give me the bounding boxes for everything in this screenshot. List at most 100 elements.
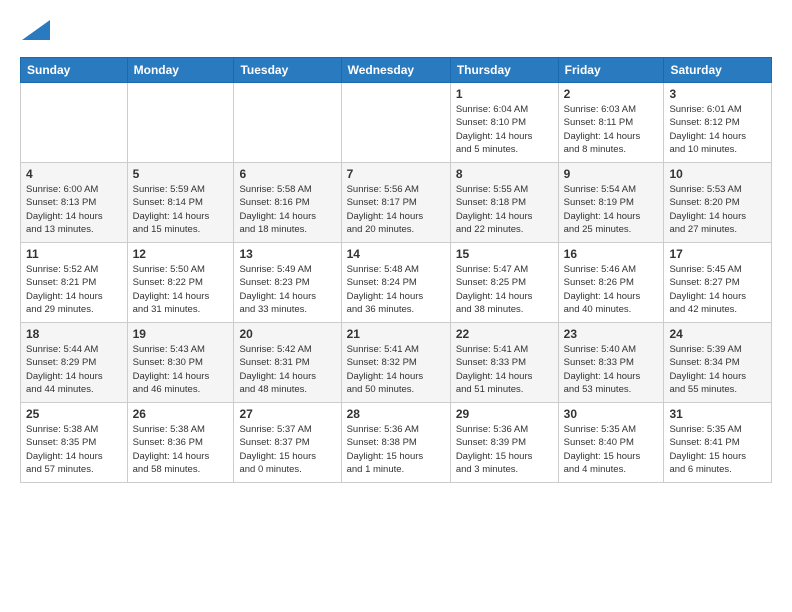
calendar-week-4: 18 Sunrise: 5:44 AM Sunset: 8:29 PM Dayli… xyxy=(21,323,772,403)
calendar-cell: 24 Sunrise: 5:39 AM Sunset: 8:34 PM Dayli… xyxy=(664,323,772,403)
day-info: Sunrise: 6:03 AM Sunset: 8:11 PM Dayligh… xyxy=(564,103,659,156)
calendar-cell: 15Sunrise: 5:47 AM Sunset: 8:25 PM Dayli… xyxy=(450,243,558,323)
calendar-cell: 16 Sunrise: 5:46 AM Sunset: 8:26 PM Dayli… xyxy=(558,243,664,323)
day-info: Sunrise: 5:53 AM Sunset: 8:20 PM Dayligh… xyxy=(669,183,766,236)
day-info: Sunrise: 5:52 AM Sunset: 8:21 PM Dayligh… xyxy=(26,263,122,316)
weekday-header-thursday: Thursday xyxy=(450,58,558,83)
calendar-week-3: 11 Sunrise: 5:52 AM Sunset: 8:21 PM Dayli… xyxy=(21,243,772,323)
calendar-cell: 20 Sunrise: 5:42 AM Sunset: 8:31 PM Dayli… xyxy=(234,323,341,403)
day-info: Sunrise: 5:56 AM Sunset: 8:17 PM Dayligh… xyxy=(347,183,445,236)
calendar-cell xyxy=(127,83,234,163)
day-info: Sunrise: 5:55 AM Sunset: 8:18 PM Dayligh… xyxy=(456,183,553,236)
day-info: Sunrise: 6:01 AM Sunset: 8:12 PM Dayligh… xyxy=(669,103,766,156)
day-info: Sunrise: 5:38 AM Sunset: 8:36 PM Dayligh… xyxy=(133,423,229,476)
day-info: Sunrise: 5:43 AM Sunset: 8:30 PM Dayligh… xyxy=(133,343,229,396)
day-number: 18 xyxy=(26,327,122,341)
day-number: 26 xyxy=(133,407,229,421)
weekday-header-sunday: Sunday xyxy=(21,58,128,83)
calendar-cell: 10 Sunrise: 5:53 AM Sunset: 8:20 PM Dayli… xyxy=(664,163,772,243)
day-info: Sunrise: 5:39 AM Sunset: 8:34 PM Dayligh… xyxy=(669,343,766,396)
day-info: Sunrise: 6:04 AM Sunset: 8:10 PM Dayligh… xyxy=(456,103,553,156)
day-number: 13 xyxy=(239,247,335,261)
calendar-table: SundayMondayTuesdayWednesdayThursdayFrid… xyxy=(20,57,772,483)
page: SundayMondayTuesdayWednesdayThursdayFrid… xyxy=(0,0,792,612)
calendar-cell: 23 Sunrise: 5:40 AM Sunset: 8:33 PM Dayli… xyxy=(558,323,664,403)
day-number: 2 xyxy=(564,87,659,101)
day-number: 16 xyxy=(564,247,659,261)
day-info: Sunrise: 5:48 AM Sunset: 8:24 PM Dayligh… xyxy=(347,263,445,316)
day-number: 1 xyxy=(456,87,553,101)
day-info: Sunrise: 5:59 AM Sunset: 8:14 PM Dayligh… xyxy=(133,183,229,236)
day-number: 11 xyxy=(26,247,122,261)
calendar-cell: 30 Sunrise: 5:35 AM Sunset: 8:40 PM Dayli… xyxy=(558,403,664,483)
calendar-cell: 9Sunrise: 5:54 AM Sunset: 8:19 PM Daylig… xyxy=(558,163,664,243)
day-number: 17 xyxy=(669,247,766,261)
calendar-cell: 31Sunrise: 5:35 AM Sunset: 8:41 PM Dayli… xyxy=(664,403,772,483)
calendar-cell: 28 Sunrise: 5:36 AM Sunset: 8:38 PM Dayli… xyxy=(341,403,450,483)
day-info: Sunrise: 5:58 AM Sunset: 8:16 PM Dayligh… xyxy=(239,183,335,236)
day-number: 5 xyxy=(133,167,229,181)
day-number: 21 xyxy=(347,327,445,341)
day-info: Sunrise: 5:42 AM Sunset: 8:31 PM Dayligh… xyxy=(239,343,335,396)
calendar-cell: 29 Sunrise: 5:36 AM Sunset: 8:39 PM Dayli… xyxy=(450,403,558,483)
day-info: Sunrise: 5:40 AM Sunset: 8:33 PM Dayligh… xyxy=(564,343,659,396)
day-number: 6 xyxy=(239,167,335,181)
calendar-cell xyxy=(234,83,341,163)
day-info: Sunrise: 5:47 AM Sunset: 8:25 PM Dayligh… xyxy=(456,263,553,316)
day-number: 29 xyxy=(456,407,553,421)
day-number: 30 xyxy=(564,407,659,421)
calendar-cell: 21 Sunrise: 5:41 AM Sunset: 8:32 PM Dayli… xyxy=(341,323,450,403)
weekday-header-monday: Monday xyxy=(127,58,234,83)
calendar-cell: 17Sunrise: 5:45 AM Sunset: 8:27 PM Dayli… xyxy=(664,243,772,323)
calendar-cell: 1 Sunrise: 6:04 AM Sunset: 8:10 PM Daylig… xyxy=(450,83,558,163)
day-info: Sunrise: 5:41 AM Sunset: 8:32 PM Dayligh… xyxy=(347,343,445,396)
day-number: 28 xyxy=(347,407,445,421)
calendar-week-2: 4Sunrise: 6:00 AM Sunset: 8:13 PM Daylig… xyxy=(21,163,772,243)
day-number: 20 xyxy=(239,327,335,341)
calendar-cell: 2 Sunrise: 6:03 AM Sunset: 8:11 PM Daylig… xyxy=(558,83,664,163)
day-info: Sunrise: 5:44 AM Sunset: 8:29 PM Dayligh… xyxy=(26,343,122,396)
day-info: Sunrise: 5:35 AM Sunset: 8:41 PM Dayligh… xyxy=(669,423,766,476)
calendar-cell: 11 Sunrise: 5:52 AM Sunset: 8:21 PM Dayli… xyxy=(21,243,128,323)
day-number: 8 xyxy=(456,167,553,181)
day-number: 25 xyxy=(26,407,122,421)
calendar-cell: 27Sunrise: 5:37 AM Sunset: 8:37 PM Dayli… xyxy=(234,403,341,483)
calendar-cell: 22 Sunrise: 5:41 AM Sunset: 8:33 PM Dayli… xyxy=(450,323,558,403)
day-info: Sunrise: 5:46 AM Sunset: 8:26 PM Dayligh… xyxy=(564,263,659,316)
header xyxy=(20,16,772,49)
calendar-cell: 13 Sunrise: 5:49 AM Sunset: 8:23 PM Dayli… xyxy=(234,243,341,323)
logo-icon xyxy=(22,16,50,44)
calendar-cell: 4Sunrise: 6:00 AM Sunset: 8:13 PM Daylig… xyxy=(21,163,128,243)
weekday-header-row: SundayMondayTuesdayWednesdayThursdayFrid… xyxy=(21,58,772,83)
calendar-cell: 5 Sunrise: 5:59 AM Sunset: 8:14 PM Daylig… xyxy=(127,163,234,243)
day-number: 10 xyxy=(669,167,766,181)
day-number: 24 xyxy=(669,327,766,341)
day-info: Sunrise: 5:49 AM Sunset: 8:23 PM Dayligh… xyxy=(239,263,335,316)
day-info: Sunrise: 5:50 AM Sunset: 8:22 PM Dayligh… xyxy=(133,263,229,316)
day-number: 19 xyxy=(133,327,229,341)
weekday-header-wednesday: Wednesday xyxy=(341,58,450,83)
calendar-cell: 6 Sunrise: 5:58 AM Sunset: 8:16 PM Daylig… xyxy=(234,163,341,243)
calendar-cell: 19 Sunrise: 5:43 AM Sunset: 8:30 PM Dayli… xyxy=(127,323,234,403)
day-number: 3 xyxy=(669,87,766,101)
calendar-cell: 3 Sunrise: 6:01 AM Sunset: 8:12 PM Daylig… xyxy=(664,83,772,163)
calendar-cell xyxy=(21,83,128,163)
day-info: Sunrise: 5:36 AM Sunset: 8:39 PM Dayligh… xyxy=(456,423,553,476)
weekday-header-saturday: Saturday xyxy=(664,58,772,83)
day-number: 22 xyxy=(456,327,553,341)
calendar-cell: 12Sunrise: 5:50 AM Sunset: 8:22 PM Dayli… xyxy=(127,243,234,323)
day-info: Sunrise: 5:41 AM Sunset: 8:33 PM Dayligh… xyxy=(456,343,553,396)
day-info: Sunrise: 5:37 AM Sunset: 8:37 PM Dayligh… xyxy=(239,423,335,476)
weekday-header-friday: Friday xyxy=(558,58,664,83)
day-number: 9 xyxy=(564,167,659,181)
day-number: 23 xyxy=(564,327,659,341)
day-info: Sunrise: 5:36 AM Sunset: 8:38 PM Dayligh… xyxy=(347,423,445,476)
calendar-cell: 26 Sunrise: 5:38 AM Sunset: 8:36 PM Dayli… xyxy=(127,403,234,483)
calendar-week-5: 25 Sunrise: 5:38 AM Sunset: 8:35 PM Dayli… xyxy=(21,403,772,483)
day-number: 7 xyxy=(347,167,445,181)
calendar-week-1: 1 Sunrise: 6:04 AM Sunset: 8:10 PM Daylig… xyxy=(21,83,772,163)
day-info: Sunrise: 5:38 AM Sunset: 8:35 PM Dayligh… xyxy=(26,423,122,476)
day-info: Sunrise: 5:35 AM Sunset: 8:40 PM Dayligh… xyxy=(564,423,659,476)
calendar-cell: 7 Sunrise: 5:56 AM Sunset: 8:17 PM Daylig… xyxy=(341,163,450,243)
calendar-cell: 25 Sunrise: 5:38 AM Sunset: 8:35 PM Dayli… xyxy=(21,403,128,483)
